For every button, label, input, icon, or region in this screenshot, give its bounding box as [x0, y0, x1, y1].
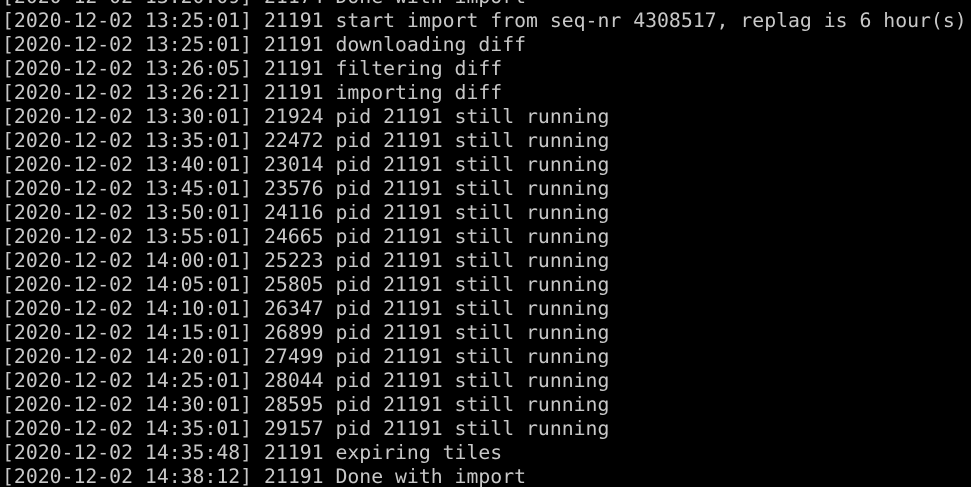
log-line: [2020-12-02 14:35:48] 21191 expiring til…: [2, 441, 503, 464]
log-line: [2020-12-02 14:30:01] 28595 pid 21191 st…: [2, 393, 610, 416]
log-output: [2020-12-02 13:20:09] 21174 Done with im…: [2, 0, 967, 487]
log-line: [2020-12-02 13:26:05] 21191 filtering di…: [2, 57, 503, 80]
log-line: [2020-12-02 13:20:09] 21174 Done with im…: [2, 0, 967, 9]
log-line: [2020-12-02 14:38:12] 21191 Done with im…: [2, 465, 527, 487]
log-line: [2020-12-02 13:50:01] 24116 pid 21191 st…: [2, 201, 610, 224]
log-line: [2020-12-02 14:15:01] 26899 pid 21191 st…: [2, 321, 610, 344]
log-line: [2020-12-02 14:35:01] 29157 pid 21191 st…: [2, 417, 610, 440]
log-line: [2020-12-02 13:40:01] 23014 pid 21191 st…: [2, 153, 610, 176]
log-line: [2020-12-02 13:25:01] 21191 downloading …: [2, 33, 527, 56]
log-line: [2020-12-02 13:25:01] 21191 start import…: [2, 9, 967, 32]
log-line: [2020-12-02 13:35:01] 22472 pid 21191 st…: [2, 129, 610, 152]
log-line: [2020-12-02 14:00:01] 25223 pid 21191 st…: [2, 249, 610, 272]
log-line: [2020-12-02 14:05:01] 25805 pid 21191 st…: [2, 273, 610, 296]
log-line: [2020-12-02 14:10:01] 26347 pid 21191 st…: [2, 297, 610, 320]
log-line: [2020-12-02 13:45:01] 23576 pid 21191 st…: [2, 177, 610, 200]
log-line: [2020-12-02 13:30:01] 21924 pid 21191 st…: [2, 105, 610, 128]
log-line: [2020-12-02 13:55:01] 24665 pid 21191 st…: [2, 225, 610, 248]
log-line: [2020-12-02 14:20:01] 27499 pid 21191 st…: [2, 345, 610, 368]
terminal-window[interactable]: [2020-12-02 13:20:09] 21174 Done with im…: [0, 0, 971, 487]
log-line: [2020-12-02 14:25:01] 28044 pid 21191 st…: [2, 369, 610, 392]
log-line: [2020-12-02 13:26:21] 21191 importing di…: [2, 81, 503, 104]
